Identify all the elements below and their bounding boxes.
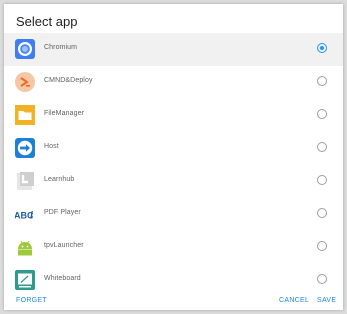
host-icon — [15, 138, 35, 158]
app-radio[interactable] — [317, 142, 327, 152]
app-radio-selected[interactable] — [317, 43, 327, 53]
app-row-filemanager[interactable]: FileManager — [4, 99, 343, 132]
app-label: Learnhub — [44, 176, 75, 183]
dialog-title: Select app — [16, 14, 78, 29]
app-list: Chromium CMND&Deploy FileManager Host Le… — [4, 33, 343, 297]
app-row-cmnd-deploy[interactable]: CMND&Deploy — [4, 66, 343, 99]
app-row-learnhub[interactable]: Learnhub — [4, 165, 343, 198]
app-label: Chromium — [44, 44, 78, 51]
forget-button[interactable]: FORGET — [16, 297, 47, 304]
whiteboard-icon — [15, 270, 35, 290]
chromium-icon — [15, 39, 35, 59]
app-row-chromium[interactable]: Chromium — [4, 33, 343, 66]
app-radio[interactable] — [317, 274, 327, 284]
cancel-button[interactable]: CANCEL — [279, 297, 309, 304]
app-label: FileManager — [44, 110, 85, 117]
cmnd-deploy-icon — [15, 72, 35, 92]
app-label: Host — [44, 143, 59, 150]
app-radio[interactable] — [317, 175, 327, 185]
app-radio[interactable] — [317, 76, 327, 86]
app-radio[interactable] — [317, 241, 327, 251]
app-row-pdf-player[interactable]: ABC i PDF Player — [4, 198, 343, 231]
app-row-host[interactable]: Host — [4, 132, 343, 165]
app-row-whiteboard[interactable]: Whiteboard — [4, 264, 343, 297]
learnhub-icon — [15, 171, 35, 191]
app-radio[interactable] — [317, 109, 327, 119]
pdf-player-icon: ABC i — [15, 204, 35, 224]
app-label: CMND&Deploy — [44, 77, 93, 84]
app-label: tpvLauncher — [44, 242, 84, 249]
app-row-tpvlauncher[interactable]: tpvLauncher — [4, 231, 343, 264]
folder-icon — [15, 105, 35, 125]
select-app-dialog: Select app Chromium CMND&Deploy FileMana… — [4, 4, 343, 310]
app-radio[interactable] — [317, 208, 327, 218]
app-label: PDF Player — [44, 209, 81, 216]
android-icon — [15, 237, 35, 257]
app-label: Whiteboard — [44, 275, 81, 282]
save-button[interactable]: SAVE — [317, 297, 336, 304]
